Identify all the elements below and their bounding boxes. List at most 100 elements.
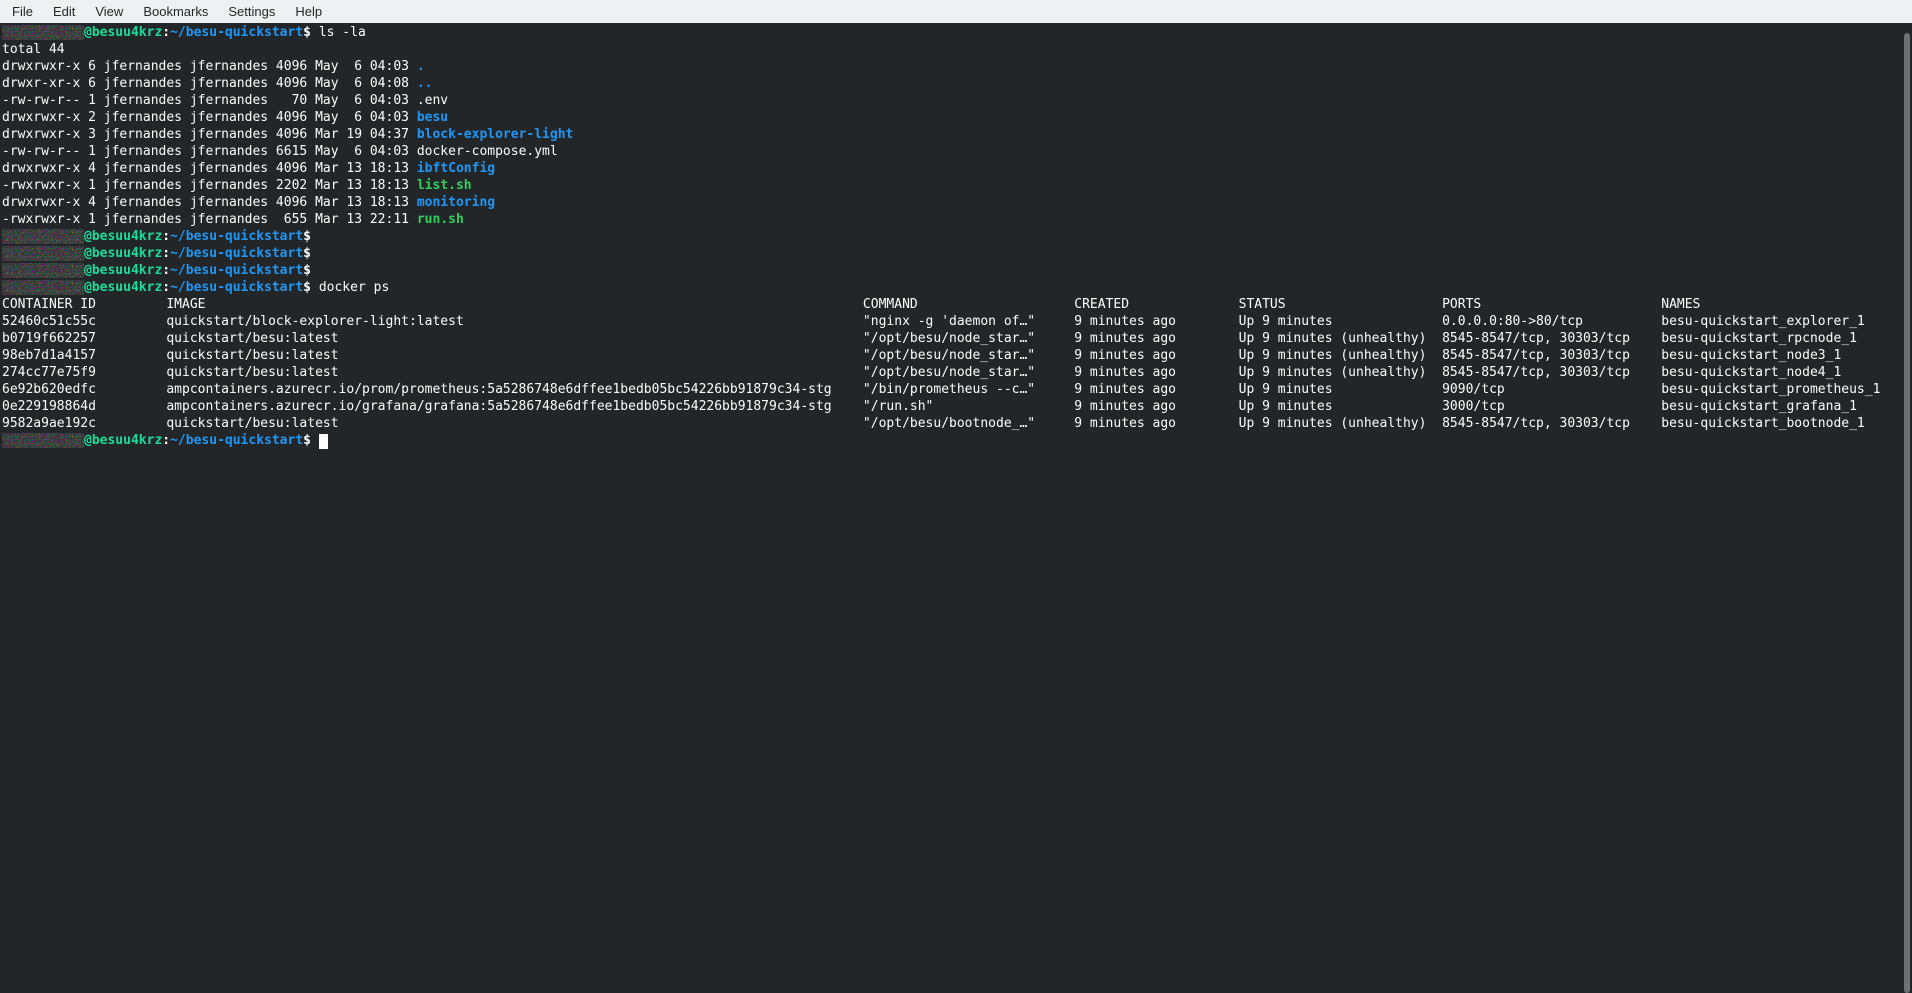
menu-item-file[interactable]: File <box>2 1 43 22</box>
terminal-line: @besuu4krz:~/besu-quickstart$ <box>2 262 1898 279</box>
file-name: . <box>417 59 425 74</box>
terminal-line: drwxrwxr-x 3 jfernandes jfernandes 4096 … <box>2 126 1898 143</box>
docker-ps-row: 274cc77e75f9 quickstart/besu:latest "/op… <box>2 365 1841 380</box>
terminal-line: -rw-rw-r-- 1 jfernandes jfernandes 70 Ma… <box>2 92 1898 109</box>
terminal-line: total 44 <box>2 41 1898 58</box>
terminal-line: 98eb7d1a4157 quickstart/besu:latest "/op… <box>2 347 1898 364</box>
docker-ps-header: CONTAINER ID IMAGE COMMAND CREATED STATU… <box>2 297 1700 312</box>
menu-bar: FileEditViewBookmarksSettingsHelp <box>0 0 1912 23</box>
ls-entry-meta: -rw-rw-r-- 1 jfernandes jfernandes 70 Ma… <box>2 93 417 108</box>
ls-total: total 44 <box>2 42 65 57</box>
terminal-content: @besuu4krz:~/besu-quickstart$ ls -latota… <box>2 24 1898 449</box>
prompt-host: @besuu4krz <box>84 433 162 448</box>
redacted-username <box>2 433 84 448</box>
terminal-line: 9582a9ae192c quickstart/besu:latest "/op… <box>2 415 1898 432</box>
ls-entry-meta: drwxr-xr-x 6 jfernandes jfernandes 4096 … <box>2 76 417 91</box>
menu-item-settings[interactable]: Settings <box>218 1 285 22</box>
terminal-line: drwxrwxr-x 4 jfernandes jfernandes 4096 … <box>2 160 1898 177</box>
terminal-line: -rwxrwxr-x 1 jfernandes jfernandes 655 M… <box>2 211 1898 228</box>
prompt-host: @besuu4krz <box>84 263 162 278</box>
file-name: block-explorer-light <box>417 127 574 142</box>
prompt-dollar: $ <box>303 25 311 40</box>
terminal-line: 6e92b620edfc ampcontainers.azurecr.io/pr… <box>2 381 1898 398</box>
terminal-viewport[interactable]: @besuu4krz:~/besu-quickstart$ ls -latota… <box>0 23 1912 993</box>
terminal-line: @besuu4krz:~/besu-quickstart$ ls -la <box>2 24 1898 41</box>
prompt-dollar: $ <box>303 433 311 448</box>
terminal-line: drwxr-xr-x 6 jfernandes jfernandes 4096 … <box>2 75 1898 92</box>
terminal-line: drwxrwxr-x 2 jfernandes jfernandes 4096 … <box>2 109 1898 126</box>
prompt-host: @besuu4krz <box>84 229 162 244</box>
terminal-line: drwxrwxr-x 4 jfernandes jfernandes 4096 … <box>2 194 1898 211</box>
file-name: list.sh <box>417 178 472 193</box>
file-name: .env <box>417 93 448 108</box>
menu-item-edit[interactable]: Edit <box>43 1 85 22</box>
redacted-username <box>2 280 84 295</box>
prompt-path: ~/besu-quickstart <box>170 246 303 261</box>
prompt-path: ~/besu-quickstart <box>170 229 303 244</box>
file-name: docker-compose.yml <box>417 144 558 159</box>
prompt-dollar: $ <box>303 246 311 261</box>
menu-item-bookmarks[interactable]: Bookmarks <box>133 1 218 22</box>
prompt-separator: : <box>162 246 170 261</box>
prompt-host: @besuu4krz <box>84 280 162 295</box>
konsole-window: FileEditViewBookmarksSettingsHelp @besuu… <box>0 0 1912 993</box>
ls-entry-meta: drwxrwxr-x 4 jfernandes jfernandes 4096 … <box>2 195 417 210</box>
file-name: ibftConfig <box>417 161 495 176</box>
prompt-separator: : <box>162 280 170 295</box>
file-name: .. <box>417 76 433 91</box>
ls-entry-meta: drwxrwxr-x 6 jfernandes jfernandes 4096 … <box>2 59 417 74</box>
prompt-dollar: $ <box>303 229 311 244</box>
prompt-dollar: $ <box>303 280 311 295</box>
prompt-dollar: $ <box>303 263 311 278</box>
prompt-host: @besuu4krz <box>84 246 162 261</box>
prompt-path: ~/besu-quickstart <box>170 280 303 295</box>
terminal-line: drwxrwxr-x 6 jfernandes jfernandes 4096 … <box>2 58 1898 75</box>
docker-ps-row: 98eb7d1a4157 quickstart/besu:latest "/op… <box>2 348 1841 363</box>
prompt-separator: : <box>162 25 170 40</box>
prompt-separator: : <box>162 263 170 278</box>
file-name: run.sh <box>417 212 464 227</box>
terminal-cursor <box>319 434 328 449</box>
ls-entry-meta: drwxrwxr-x 2 jfernandes jfernandes 4096 … <box>2 110 417 125</box>
docker-ps-row: 6e92b620edfc ampcontainers.azurecr.io/pr… <box>2 382 1880 397</box>
terminal-line: @besuu4krz:~/besu-quickstart$ <box>2 228 1898 245</box>
ls-entry-meta: drwxrwxr-x 4 jfernandes jfernandes 4096 … <box>2 161 417 176</box>
terminal-line: 0e229198864d ampcontainers.azurecr.io/gr… <box>2 398 1898 415</box>
prompt-separator: : <box>162 433 170 448</box>
file-name: monitoring <box>417 195 495 210</box>
redacted-username <box>2 246 84 261</box>
prompt-separator: : <box>162 229 170 244</box>
prompt-path: ~/besu-quickstart <box>170 433 303 448</box>
redacted-username <box>2 263 84 278</box>
prompt-path: ~/besu-quickstart <box>170 263 303 278</box>
redacted-username <box>2 25 84 40</box>
terminal-line: -rwxrwxr-x 1 jfernandes jfernandes 2202 … <box>2 177 1898 194</box>
docker-ps-row: b0719f662257 quickstart/besu:latest "/op… <box>2 331 1857 346</box>
terminal-line: @besuu4krz:~/besu-quickstart$ <box>2 245 1898 262</box>
redacted-username <box>2 229 84 244</box>
terminal-line: -rw-rw-r-- 1 jfernandes jfernandes 6615 … <box>2 143 1898 160</box>
ls-entry-meta: -rwxrwxr-x 1 jfernandes jfernandes 655 M… <box>2 212 417 227</box>
terminal-line: CONTAINER ID IMAGE COMMAND CREATED STATU… <box>2 296 1898 313</box>
scrollbar-thumb[interactable] <box>1904 33 1910 993</box>
menu-item-view[interactable]: View <box>85 1 133 22</box>
terminal-line: @besuu4krz:~/besu-quickstart$ <box>2 432 1898 449</box>
terminal-line: 274cc77e75f9 quickstart/besu:latest "/op… <box>2 364 1898 381</box>
file-name: besu <box>417 110 448 125</box>
ls-entry-meta: -rw-rw-r-- 1 jfernandes jfernandes 6615 … <box>2 144 417 159</box>
command-text: docker ps <box>311 280 389 295</box>
terminal-scrollbar[interactable] <box>1901 23 1912 993</box>
prompt-host: @besuu4krz <box>84 25 162 40</box>
prompt-path: ~/besu-quickstart <box>170 25 303 40</box>
docker-ps-row: 52460c51c55c quickstart/block-explorer-l… <box>2 314 1865 329</box>
command-text: ls -la <box>311 25 366 40</box>
terminal-text <box>311 433 319 448</box>
ls-entry-meta: -rwxrwxr-x 1 jfernandes jfernandes 2202 … <box>2 178 417 193</box>
docker-ps-row: 0e229198864d ampcontainers.azurecr.io/gr… <box>2 399 1857 414</box>
terminal-line: @besuu4krz:~/besu-quickstart$ docker ps <box>2 279 1898 296</box>
terminal-line: 52460c51c55c quickstart/block-explorer-l… <box>2 313 1898 330</box>
menu-item-help[interactable]: Help <box>285 1 332 22</box>
ls-entry-meta: drwxrwxr-x 3 jfernandes jfernandes 4096 … <box>2 127 417 142</box>
docker-ps-row: 9582a9ae192c quickstart/besu:latest "/op… <box>2 416 1865 431</box>
terminal-line: b0719f662257 quickstart/besu:latest "/op… <box>2 330 1898 347</box>
